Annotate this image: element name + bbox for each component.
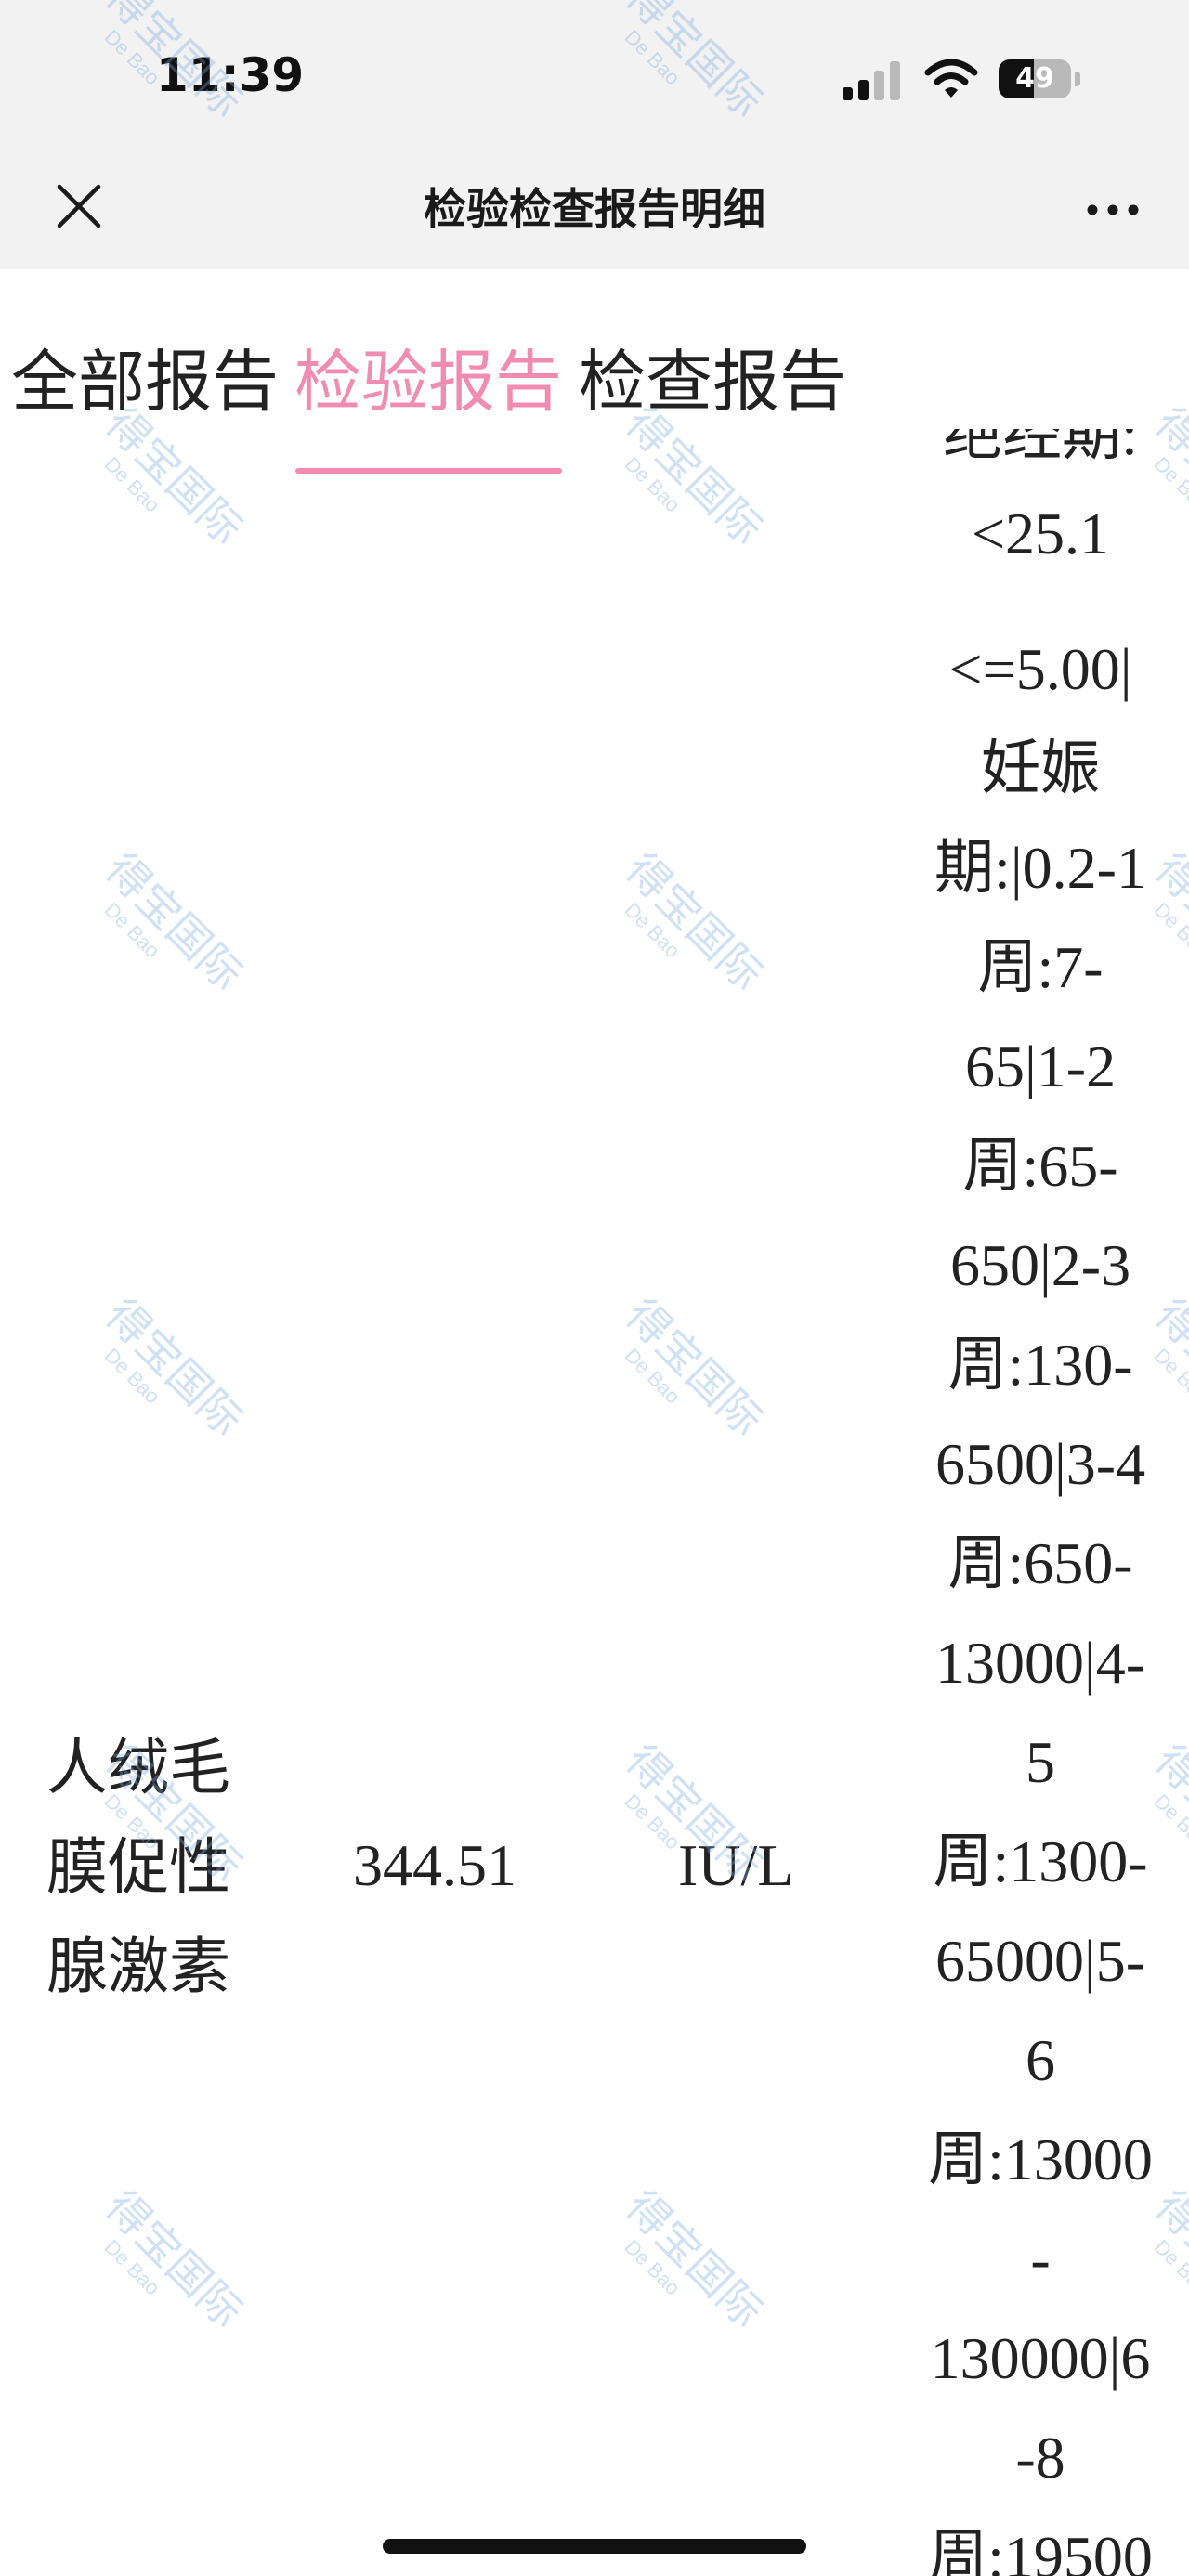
report-tabs: 全部报告 检验报告 检查报告 (0, 269, 1189, 474)
reference-line: 周:13000 (928, 2127, 1153, 2192)
battery-percent: 49 (1015, 62, 1054, 95)
more-icon[interactable] (1087, 204, 1139, 215)
reference-line: 期:|0.2-1 (934, 835, 1146, 901)
reference-line: 周:65- (962, 1133, 1118, 1199)
item-name-line: 腺激素 (46, 1931, 230, 2002)
nav-bar: 检验检查报告明细 (0, 158, 1189, 269)
item-name-line: 膜促性 (46, 1831, 230, 1903)
reference-line: 周:1300- (933, 1828, 1148, 1894)
reference-line: 13000|4- (934, 1630, 1146, 1696)
item-value: 344.51 (353, 1832, 516, 1898)
reference-line: -8 (1015, 2425, 1065, 2491)
item-unit: IU/L (678, 1832, 794, 1898)
status-time: 11:39 (156, 48, 305, 102)
reference-line: 周:130- (947, 1332, 1133, 1398)
close-icon[interactable] (56, 183, 102, 229)
reference-line: 130000|6 (930, 2325, 1151, 2391)
battery-icon: 49 (999, 59, 1080, 98)
reference-range: <=5.00| 妊娠 期:|0.2-1 周:7- 65|1-2 周:65- 65… (906, 619, 1175, 2576)
reference-line: 绝经期: (943, 429, 1138, 467)
status-bar: 11:39 49 (0, 0, 1189, 158)
reference-line: 妊娠 (981, 735, 1100, 801)
item-name-line: 人绒毛 (46, 1732, 230, 1803)
report-table[interactable]: 绝经期: <25.1 人绒毛 膜促性 腺激素 344.51 IU/L <=5.0… (0, 429, 1189, 2576)
reference-line: <=5.00| (948, 636, 1132, 702)
reference-line: 65000|5- (934, 1928, 1146, 1994)
reference-line: 周:650- (947, 1530, 1133, 1596)
item-name: 人绒毛 膜促性 腺激素 (46, 1718, 260, 2016)
signal-icon (843, 61, 900, 100)
tab-exam-reports[interactable]: 检查报告 (579, 327, 846, 424)
reference-line: - (1030, 2226, 1051, 2292)
reference-line: 周:19500 (928, 2524, 1153, 2576)
tab-lab-reports[interactable]: 检验报告 (294, 327, 562, 424)
page-title: 检验检查报告明细 (424, 185, 765, 233)
reference-line: 5 (1026, 1729, 1055, 1795)
reference-line: 6500|3-4 (934, 1431, 1146, 1497)
reference-line: <25.1 (971, 501, 1110, 566)
tab-all-reports[interactable]: 全部报告 (11, 327, 279, 424)
reference-line: 周:7- (977, 934, 1104, 1000)
prev-row-reference-range: 绝经期: <25.1 (906, 429, 1175, 583)
reference-line: 650|2-3 (949, 1232, 1131, 1298)
active-tab-indicator (295, 468, 562, 474)
wifi-icon (924, 59, 978, 98)
home-indicator[interactable] (383, 2539, 806, 2554)
reference-line: 65|1-2 (964, 1034, 1117, 1099)
reference-line: 6 (1026, 2027, 1055, 2093)
